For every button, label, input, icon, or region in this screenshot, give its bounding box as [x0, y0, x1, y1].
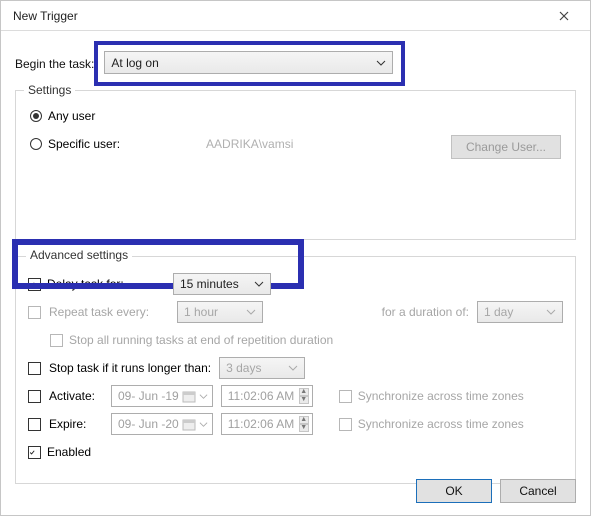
delay-label: Delay task for: — [47, 277, 167, 291]
expire-row: Expire: 09- Jun -20 11:02:06 AM ▲▼ Synch… — [28, 413, 563, 435]
checkmark-icon — [29, 279, 35, 290]
chevron-down-icon — [199, 420, 208, 429]
activate-checkbox[interactable] — [28, 390, 41, 403]
begin-task-value: At log on — [111, 56, 158, 70]
repeat-dropdown[interactable]: 1 hour — [177, 301, 263, 323]
stop-longer-label: Stop task if it runs longer than: — [49, 361, 211, 375]
radio-specific-user[interactable] — [30, 138, 42, 150]
any-user-label: Any user — [48, 109, 95, 123]
expire-label: Expire: — [49, 417, 103, 431]
stop-all-checkbox[interactable] — [50, 334, 63, 347]
change-user-area: Change User... — [451, 135, 561, 159]
stop-longer-dropdown[interactable]: 3 days — [219, 357, 305, 379]
radio-any-user[interactable] — [30, 110, 42, 122]
expire-time: 11:02:06 AM — [228, 417, 295, 431]
enabled-label: Enabled — [47, 445, 91, 459]
titlebar: New Trigger — [1, 1, 590, 31]
expire-sync-checkbox[interactable] — [339, 418, 352, 431]
activate-date: 09- Jun -19 — [118, 389, 179, 403]
activate-date-field[interactable]: 09- Jun -19 — [111, 385, 213, 407]
new-trigger-dialog: New Trigger Begin the task: At log on Se… — [0, 0, 591, 516]
checkmark-icon — [29, 447, 35, 458]
ok-button[interactable]: OK — [416, 479, 492, 503]
activate-time-field[interactable]: 11:02:06 AM ▲▼ — [221, 385, 313, 407]
chevron-down-icon — [246, 307, 256, 317]
change-user-button[interactable]: Change User... — [451, 135, 561, 159]
chevron-down-icon — [546, 307, 556, 317]
enabled-row: Enabled — [28, 441, 563, 463]
activate-label: Activate: — [49, 389, 103, 403]
repeat-value: 1 hour — [184, 305, 218, 319]
begin-task-label: Begin the task: — [15, 57, 94, 71]
calendar-icon — [182, 389, 196, 403]
ok-label: OK — [445, 484, 462, 498]
delay-dropdown[interactable]: 15 minutes — [173, 273, 271, 295]
stop-longer-checkbox[interactable] — [28, 362, 41, 375]
stop-all-label: Stop all running tasks at end of repetit… — [69, 333, 333, 347]
enabled-checkbox[interactable] — [28, 446, 41, 459]
activate-sync: Synchronize across time zones — [339, 389, 524, 403]
change-user-label: Change User... — [466, 140, 546, 154]
spinner-icon[interactable]: ▲▼ — [299, 416, 309, 432]
chevron-down-icon — [199, 392, 208, 401]
stop-longer-value: 3 days — [226, 361, 261, 375]
expire-checkbox[interactable] — [28, 418, 41, 431]
advanced-section: Advanced settings Delay task for: 15 min… — [15, 256, 576, 484]
activate-sync-label: Synchronize across time zones — [358, 389, 524, 403]
expire-sync-label: Synchronize across time zones — [358, 417, 524, 431]
advanced-legend: Advanced settings — [26, 248, 132, 262]
specific-user-label: Specific user: — [48, 137, 120, 151]
repeat-checkbox[interactable] — [28, 306, 41, 319]
activate-row: Activate: 09- Jun -19 11:02:06 AM ▲▼ Syn… — [28, 385, 563, 407]
activate-time: 11:02:06 AM — [228, 389, 295, 403]
duration-dropdown[interactable]: 1 day — [477, 301, 563, 323]
advanced-group: Advanced settings Delay task for: 15 min… — [15, 256, 576, 484]
duration-value: 1 day — [484, 305, 513, 319]
repeat-label: Repeat task every: — [49, 305, 169, 319]
expire-date: 09- Jun -20 — [118, 417, 179, 431]
chevron-down-icon — [254, 279, 264, 289]
begin-task-dropdown[interactable]: At log on — [104, 51, 393, 74]
close-icon — [559, 11, 569, 21]
cancel-label: Cancel — [519, 484, 556, 498]
activate-sync-checkbox[interactable] — [339, 390, 352, 403]
any-user-row[interactable]: Any user — [30, 109, 561, 123]
chevron-down-icon — [376, 58, 386, 68]
window-title: New Trigger — [13, 9, 78, 23]
stop-longer-row: Stop task if it runs longer than: 3 days — [28, 357, 563, 379]
specific-user-value: AADRIKA\vamsi — [206, 137, 293, 151]
expire-time-field[interactable]: 11:02:06 AM ▲▼ — [221, 413, 313, 435]
delay-checkbox[interactable] — [28, 278, 41, 291]
duration-label: for a duration of: — [382, 305, 469, 319]
close-button[interactable] — [546, 5, 582, 27]
dialog-body: Begin the task: At log on Settings Any u… — [1, 31, 590, 494]
begin-task-row: Begin the task: At log on — [15, 45, 576, 82]
cancel-button[interactable]: Cancel — [500, 479, 576, 503]
highlight-begin: At log on — [98, 45, 401, 82]
expire-date-field[interactable]: 09- Jun -20 — [111, 413, 213, 435]
spinner-icon[interactable]: ▲▼ — [299, 388, 309, 404]
expire-sync: Synchronize across time zones — [339, 417, 524, 431]
repeat-row: Repeat task every: 1 hour for a duration… — [28, 301, 563, 323]
delay-value: 15 minutes — [180, 277, 239, 291]
stop-all-row: Stop all running tasks at end of repetit… — [50, 329, 563, 351]
calendar-icon — [182, 417, 196, 431]
dialog-footer: OK Cancel — [416, 479, 576, 503]
delay-row: Delay task for: 15 minutes — [28, 273, 563, 295]
chevron-down-icon — [288, 363, 298, 373]
settings-legend: Settings — [24, 83, 75, 97]
settings-group: Settings Any user Specific user: AADRIKA… — [15, 90, 576, 240]
